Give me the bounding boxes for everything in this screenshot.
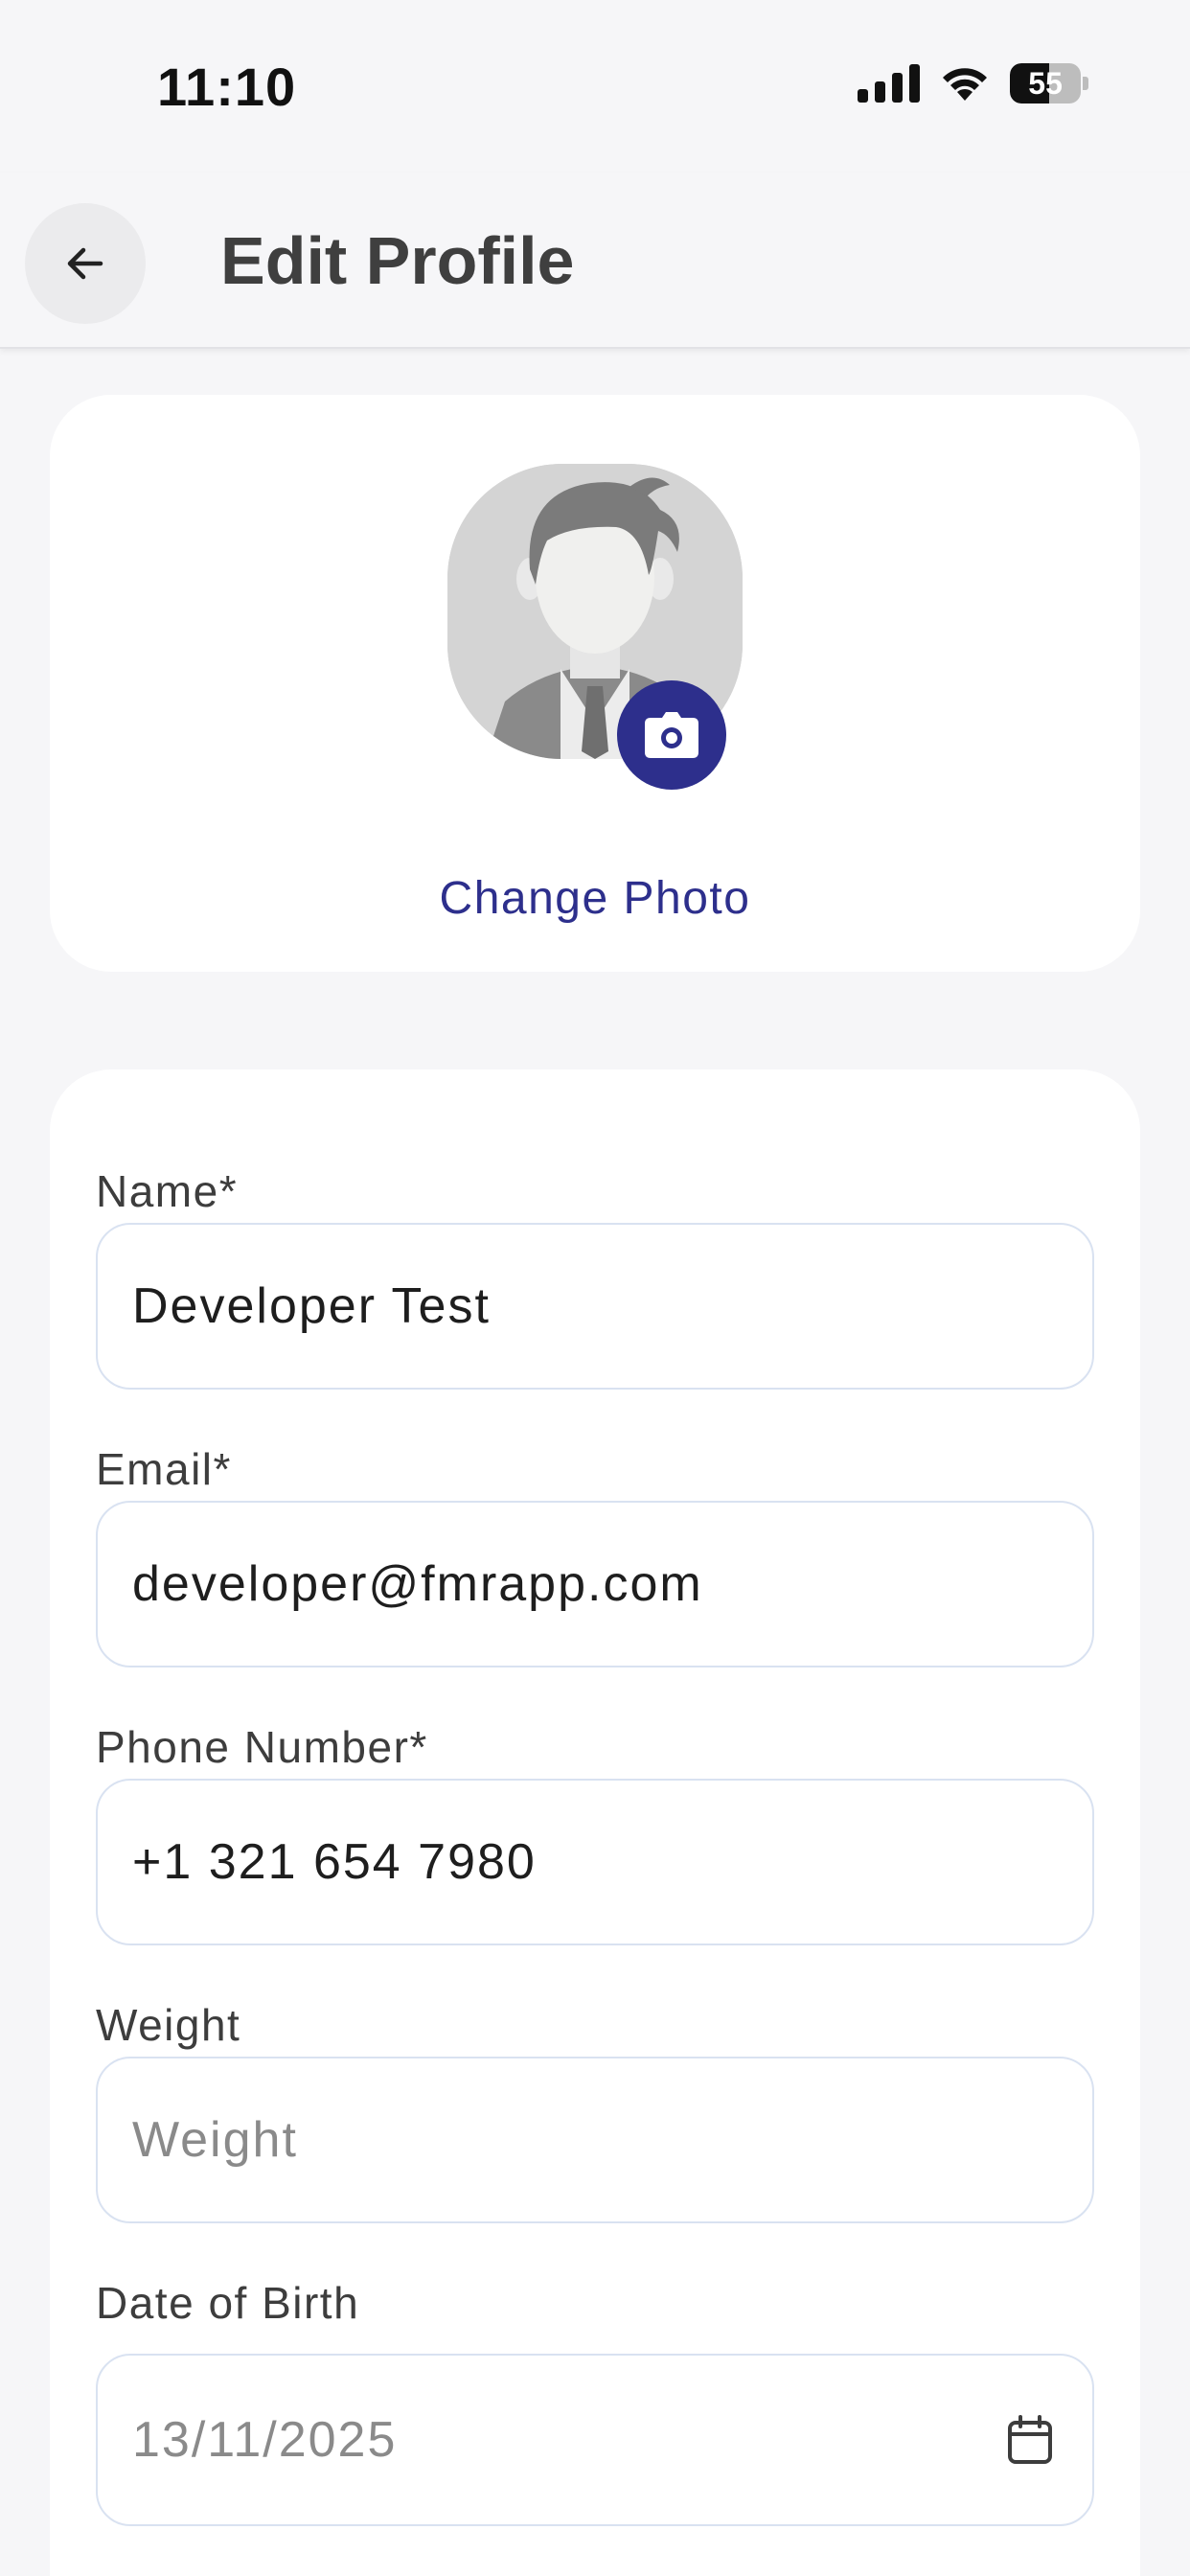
arrow-left-icon [67, 247, 103, 280]
dob-field[interactable]: 13/11/2025 [96, 2354, 1094, 2526]
status-time: 11:10 [157, 57, 297, 117]
profile-photo-card: Change Photo [50, 395, 1140, 972]
weight-placeholder: Weight [132, 2112, 298, 2168]
phone-value: +1 321 654 7980 [132, 1834, 537, 1890]
battery-icon: 55 [1010, 63, 1088, 104]
calendar-icon[interactable] [1006, 2414, 1054, 2466]
email-value: developer@fmrapp.com [132, 1556, 703, 1612]
dob-label: Date of Birth [96, 2278, 360, 2328]
name-label: Name* [96, 1166, 239, 1216]
battery-level: 55 [1028, 65, 1063, 101]
back-button[interactable] [25, 203, 146, 324]
weight-label: Weight [96, 2000, 241, 2050]
status-bar: 11:10 55 [0, 0, 1190, 172]
edit-profile-screen: 11:10 55 Edit Profile Change Photo Name*… [0, 0, 1190, 2576]
wifi-icon [943, 68, 987, 101]
phone-label: Phone Number* [96, 1722, 428, 1772]
phone-field[interactable]: +1 321 654 7980 [96, 1779, 1094, 1945]
camera-icon [645, 712, 698, 758]
dob-placeholder: 13/11/2025 [132, 2412, 398, 2468]
profile-form-card: Name* Developer Test Email* developer@fm… [50, 1070, 1140, 2576]
change-photo-camera-button[interactable] [617, 680, 726, 790]
app-header: Edit Profile [0, 172, 1190, 349]
change-photo-link[interactable]: Change Photo [50, 872, 1140, 925]
weight-field[interactable]: Weight [96, 2057, 1094, 2223]
email-field[interactable]: developer@fmrapp.com [96, 1501, 1094, 1668]
status-icons: 55 [858, 63, 1088, 104]
name-value: Developer Test [132, 1278, 491, 1334]
cellular-signal-icon [858, 64, 920, 103]
page-title: Edit Profile [220, 223, 575, 298]
email-label: Email* [96, 1444, 232, 1494]
name-field[interactable]: Developer Test [96, 1223, 1094, 1390]
